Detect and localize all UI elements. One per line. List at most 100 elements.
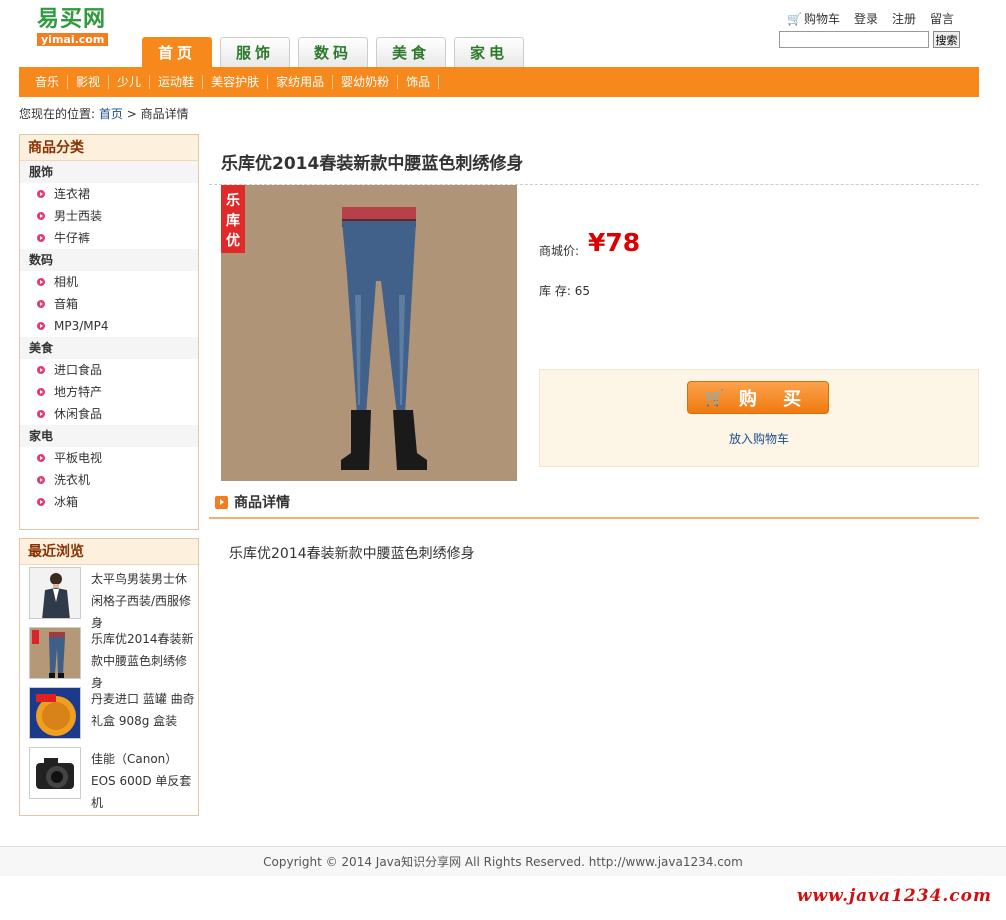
bullet-arrow-icon — [37, 190, 45, 198]
login-link[interactable]: 登录 — [854, 10, 878, 27]
category-item-label: 相机 — [54, 275, 79, 289]
image-badge-char: 库 — [226, 212, 240, 229]
category-item[interactable]: 休闲食品 — [20, 403, 198, 425]
category-item[interactable]: 冰箱 — [20, 491, 198, 513]
product-image[interactable]: 乐 库 优 — [221, 185, 517, 481]
bullet-arrow-icon — [37, 234, 45, 242]
category-item[interactable]: 连衣裙 — [20, 183, 198, 205]
category-item-label: 平板电视 — [54, 451, 103, 465]
category-item[interactable]: 进口食品 — [20, 359, 198, 381]
detail-heading-label: 商品详情 — [234, 495, 290, 511]
category-item[interactable]: 相机 — [20, 271, 198, 293]
recent-thumb-camera[interactable] — [29, 747, 81, 799]
recent-item-title[interactable]: 佳能（Canon）EOS 600D 单反套机 — [91, 748, 195, 814]
tab-digital[interactable]: 数码 — [298, 37, 368, 67]
breadcrumb-home-link[interactable]: 首页 — [99, 107, 123, 121]
tab-home[interactable]: 首页 — [142, 37, 212, 67]
category-item[interactable]: 音箱 — [20, 293, 198, 315]
stock-info: 库 存: 65 — [539, 282, 590, 299]
recent-thumb-cookies[interactable] — [29, 687, 81, 739]
breadcrumb: 您现在的位置: 首页 > 商品详情 — [19, 105, 189, 122]
site-logo[interactable]: 易买网 yimai.com — [37, 6, 123, 48]
category-item[interactable]: 洗衣机 — [20, 469, 198, 491]
detail-divider — [209, 517, 979, 519]
subnav-item[interactable]: 影视 — [68, 75, 110, 89]
recent-panel-title: 最近浏览 — [20, 539, 198, 565]
tab-appliances[interactable]: 家电 — [454, 37, 524, 67]
stock-label: 库 存: — [539, 284, 571, 298]
subnav-item[interactable]: 美容护肤 — [203, 75, 269, 89]
category-item-label: 牛仔裤 — [54, 231, 91, 245]
recent-item[interactable]: 乐库优2014春装新款中腰蓝色刺绣修身 — [20, 625, 198, 690]
bullet-arrow-icon — [37, 322, 45, 330]
buy-button[interactable]: 🛒 购 买 — [687, 381, 829, 414]
message-link[interactable]: 留言 — [930, 10, 954, 27]
top-links: 🛒 购物车 登录 注册 留言 — [787, 10, 954, 27]
recent-thumb-jeans[interactable] — [29, 627, 81, 679]
category-panel-title: 商品分类 — [20, 135, 198, 161]
category-item[interactable]: 男士西装 — [20, 205, 198, 227]
breadcrumb-separator: > — [126, 107, 137, 121]
category-item[interactable]: 平板电视 — [20, 447, 198, 469]
bullet-arrow-icon — [37, 212, 45, 220]
detail-heading: 商品详情 — [215, 492, 290, 512]
category-item-label: 地方特产 — [54, 385, 103, 399]
image-badge-char: 优 — [226, 232, 240, 249]
category-item-label: MP3/MP4 — [54, 319, 109, 333]
search-input[interactable] — [779, 31, 929, 48]
category-item[interactable]: MP3/MP4 — [20, 315, 198, 337]
footer-copyright: Copyright © 2014 Java知识分享网 All Rights Re… — [0, 846, 1006, 876]
subnav-item[interactable]: 少儿 — [109, 75, 151, 89]
buy-button-label: 购 买 — [738, 388, 812, 410]
detail-description: 乐库优2014春装新款中腰蓝色刺绣修身 — [229, 546, 475, 562]
recent-item[interactable]: 太平鸟男装男士休闲格子西装/西服修身 — [20, 565, 198, 630]
recent-item-title[interactable]: 丹麦进口 蓝罐 曲奇 礼盒 908g 盒装 — [91, 688, 195, 732]
bullet-arrow-icon — [37, 366, 45, 374]
search-bar: 搜索 — [779, 31, 960, 48]
category-item-label: 连衣裙 — [54, 187, 91, 201]
subnav-item[interactable]: 运动鞋 — [150, 75, 204, 89]
category-item-label: 男士西装 — [54, 209, 103, 223]
category-item[interactable]: 地方特产 — [20, 381, 198, 403]
breadcrumb-current: 商品详情 — [140, 107, 189, 121]
image-badge-char: 乐 — [226, 192, 240, 209]
subnav-item[interactable]: 婴幼奶粉 — [333, 75, 399, 89]
recent-item[interactable]: 丹麦进口 蓝罐 曲奇 礼盒 908g 盒装 — [20, 685, 198, 745]
bullet-arrow-icon — [37, 388, 45, 396]
register-link[interactable]: 注册 — [892, 10, 916, 27]
subnav-item[interactable]: 饰品 — [398, 75, 440, 89]
recent-panel: 最近浏览 太平鸟男装男士休闲格子西装/西服修身 乐库优2014春装新款中腰蓝色刺… — [19, 538, 199, 816]
bullet-arrow-icon — [37, 498, 45, 506]
buy-panel: 🛒 购 买 放入购物车 — [539, 369, 979, 467]
recent-item[interactable]: 佳能（Canon）EOS 600D 单反套机 — [20, 745, 198, 810]
product-title: 乐库优2014春装新款中腰蓝色刺绣修身 — [221, 154, 524, 174]
recent-thumb-suit[interactable] — [29, 567, 81, 619]
tab-food[interactable]: 美食 — [376, 37, 446, 67]
cart-icon: 🛒 — [786, 12, 802, 26]
category-panel: 商品分类 服饰 连衣裙 男士西装 牛仔裤 数码 相机 音箱 MP3/MP4 美食… — [19, 134, 199, 530]
logo-en: yimai.com — [37, 33, 109, 46]
breadcrumb-prefix: 您现在的位置: — [19, 107, 96, 121]
category-heading[interactable]: 数码 — [20, 249, 198, 271]
price-label: 商城价: — [539, 244, 580, 258]
stock-value: 65 — [574, 284, 590, 298]
category-item-label: 冰箱 — [54, 495, 79, 509]
subnav-item[interactable]: 家纺用品 — [268, 75, 334, 89]
product-price: ¥78 — [588, 228, 641, 257]
tab-clothing[interactable]: 服饰 — [220, 37, 290, 67]
category-item-label: 进口食品 — [54, 363, 103, 377]
logo-cn: 易买网 — [37, 6, 107, 32]
category-heading[interactable]: 服饰 — [20, 161, 198, 183]
search-button[interactable]: 搜索 — [933, 31, 960, 48]
subnav-item[interactable]: 音乐 — [27, 75, 69, 89]
category-heading[interactable]: 家电 — [20, 425, 198, 447]
category-heading[interactable]: 美食 — [20, 337, 198, 359]
category-item[interactable]: 牛仔裤 — [20, 227, 198, 249]
cart-icon: 🛒 — [704, 388, 725, 407]
category-item-label: 音箱 — [54, 297, 79, 311]
add-to-cart-link[interactable]: 放入购物车 — [540, 430, 978, 447]
cart-link[interactable]: 🛒 购物车 — [787, 10, 840, 27]
arrow-icon — [215, 495, 228, 509]
bullet-arrow-icon — [37, 278, 45, 286]
main-tabs: 首页 服饰 数码 美食 家电 — [142, 37, 524, 67]
